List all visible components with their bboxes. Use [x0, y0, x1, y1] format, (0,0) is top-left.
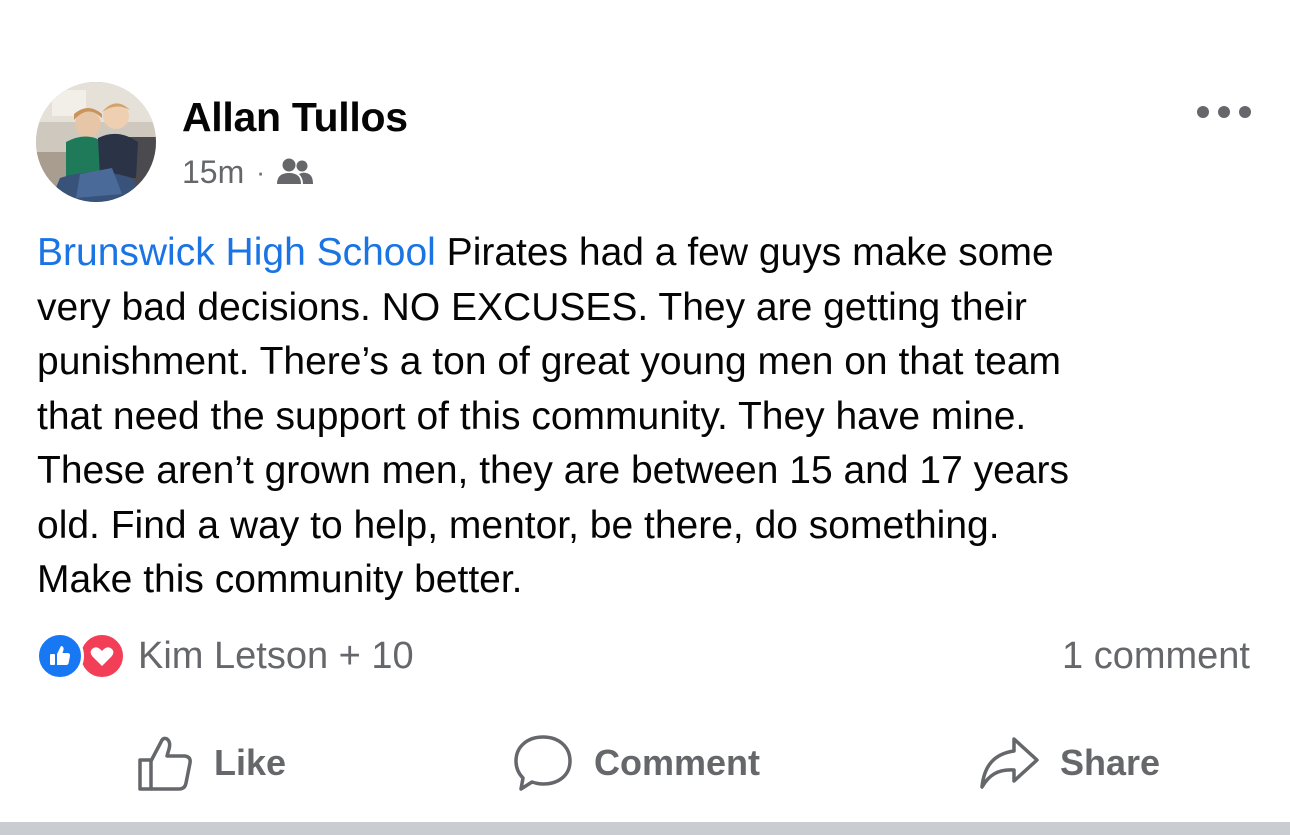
comment-bubble-icon	[514, 735, 572, 791]
like-button[interactable]: Like	[136, 728, 286, 798]
post-text-line: old. Find a way to help, mentor, be ther…	[37, 503, 1000, 547]
feed-separator	[0, 822, 1290, 835]
friends-icon[interactable]	[276, 157, 314, 187]
avatar-photo	[36, 82, 156, 202]
post-text: Brunswick High School Pirates had a few …	[37, 226, 1269, 608]
comment-label: Comment	[594, 742, 761, 783]
more-horizontal-icon[interactable]	[1197, 98, 1251, 126]
post-timestamp[interactable]: 15m	[182, 154, 244, 191]
post-card: Allan Tullos 15m · Brunswick High School…	[0, 0, 1290, 835]
share-arrow-icon	[980, 737, 1039, 789]
share-button[interactable]: Share	[978, 728, 1160, 798]
thumbs-up-icon	[138, 736, 192, 791]
post-text-line: Pirates had a few guys make some	[435, 231, 1054, 274]
post-text-line: These aren’t grown men, they are between…	[37, 449, 1069, 492]
comment-count[interactable]: 1 comment	[1062, 632, 1250, 680]
post-text-line: Make this community better.	[37, 558, 523, 601]
share-label: Share	[1060, 742, 1161, 783]
comment-button[interactable]: Comment	[512, 728, 760, 798]
post-meta: 15m ·	[182, 152, 314, 192]
post-text-line: very bad decisions. NO EXCUSES. They are…	[37, 285, 1027, 329]
post-text-line: punishment. There’s a ton of great young…	[37, 340, 1062, 383]
author-avatar[interactable]	[36, 82, 156, 202]
meta-separator: ·	[256, 156, 265, 187]
page-mention-link[interactable]: Brunswick High School	[37, 231, 436, 274]
reactors-text: Kim Letson + 10	[138, 634, 414, 677]
like-label: Like	[214, 742, 287, 783]
reactions-summary[interactable]: Kim Letson + 10	[36, 632, 414, 680]
post-text-line: that need the support of this community.…	[37, 394, 1027, 438]
action-bar: Like Comment Share	[0, 728, 1290, 798]
author-name[interactable]: Allan Tullos	[182, 94, 408, 141]
love-reaction-icon	[78, 632, 126, 680]
like-reaction-icon	[36, 632, 84, 680]
